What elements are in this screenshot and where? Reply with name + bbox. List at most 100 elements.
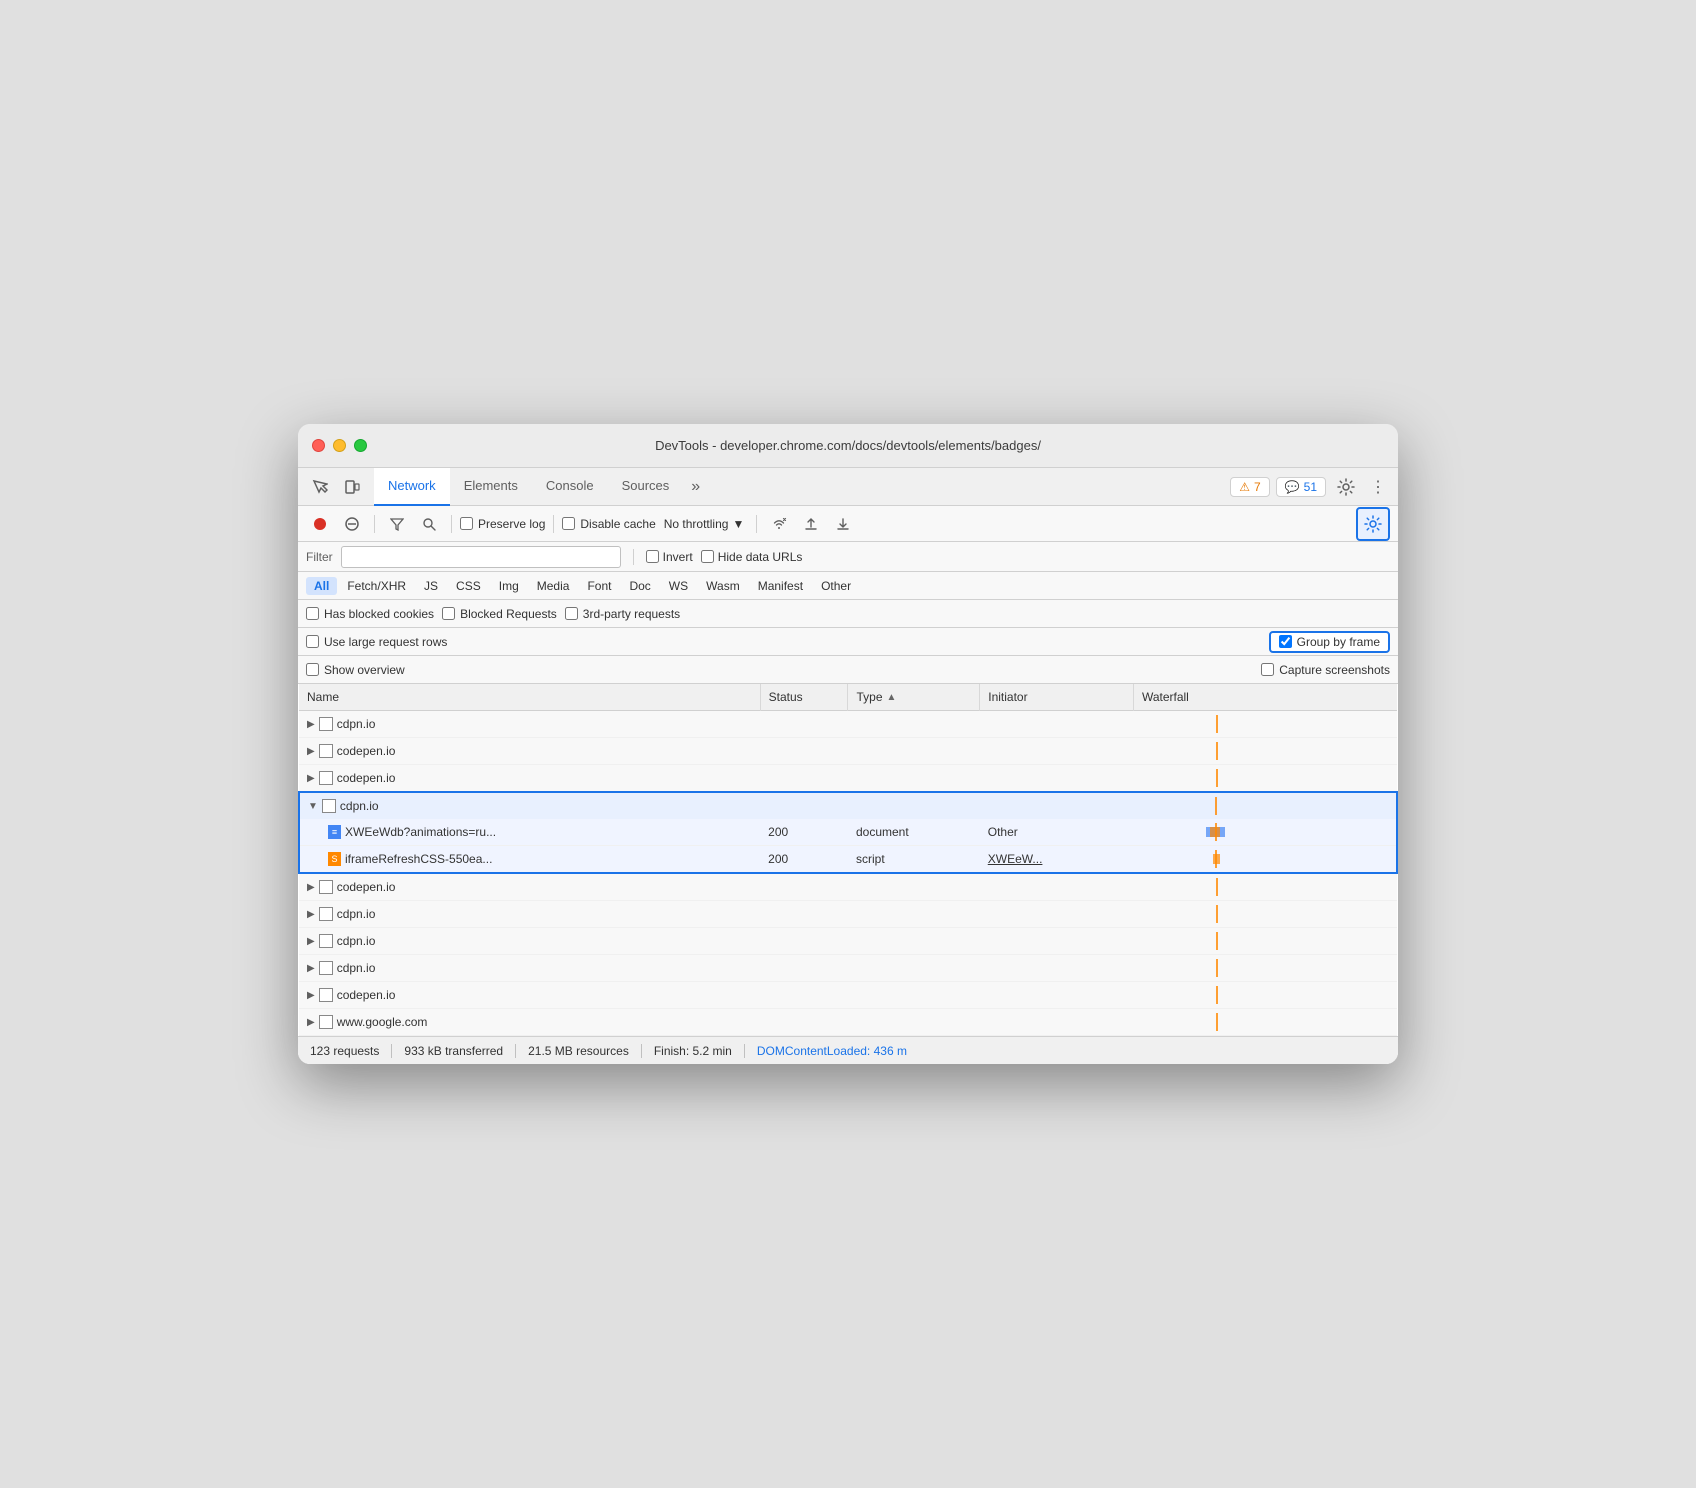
filter-label: Filter xyxy=(306,550,333,564)
type-filter-js[interactable]: JS xyxy=(416,577,446,595)
type-filter-ws[interactable]: WS xyxy=(661,577,696,595)
frame-icon xyxy=(319,1015,333,1029)
table-row[interactable]: ▶ codepen.io xyxy=(299,982,1397,1009)
filter-input[interactable] xyxy=(341,546,621,568)
group-by-frame-checkbox[interactable] xyxy=(1279,635,1292,648)
type-filter-doc[interactable]: Doc xyxy=(621,577,658,595)
th-name[interactable]: Name xyxy=(299,684,760,711)
expand-icon[interactable]: ▶ xyxy=(307,909,315,920)
table-row-child[interactable]: S iframeRefreshCSS-550ea... 200 script X… xyxy=(299,846,1397,874)
table-row[interactable]: ▶ codepen.io xyxy=(299,738,1397,765)
wifi-settings-icon[interactable] xyxy=(765,510,793,538)
th-initiator[interactable]: Initiator xyxy=(980,684,1134,711)
expand-icon[interactable]: ▶ xyxy=(307,746,315,757)
table-row[interactable]: ▶ codepen.io xyxy=(299,765,1397,793)
element-picker-icon[interactable] xyxy=(306,473,334,501)
type-filter-wasm[interactable]: Wasm xyxy=(698,577,748,595)
preserve-log-checkbox[interactable] xyxy=(460,517,473,530)
network-settings-icon[interactable] xyxy=(1356,507,1390,541)
script-icon: S xyxy=(328,852,341,866)
frame-icon xyxy=(319,771,333,785)
expand-icon[interactable]: ▶ xyxy=(307,719,315,730)
type-filter-css[interactable]: CSS xyxy=(448,577,489,595)
type-filter-other[interactable]: Other xyxy=(813,577,859,595)
dom-content-loaded: DOMContentLoaded: 436 m xyxy=(745,1044,919,1058)
preserve-log-checkbox-label[interactable]: Preserve log xyxy=(460,517,545,531)
table-row[interactable]: ▶ cdpn.io xyxy=(299,901,1397,928)
invert-checkbox[interactable] xyxy=(646,550,659,563)
has-blocked-cookies-checkbox[interactable] xyxy=(306,607,319,620)
th-status[interactable]: Status xyxy=(760,684,848,711)
search-icon[interactable] xyxy=(415,510,443,538)
tab-console[interactable]: Console xyxy=(532,468,608,506)
expand-icon[interactable]: ▶ xyxy=(307,773,315,784)
tab-sources[interactable]: Sources xyxy=(608,468,684,506)
maximize-button[interactable] xyxy=(354,439,367,452)
disable-cache-checkbox-label[interactable]: Disable cache xyxy=(562,517,655,531)
devtools-panel: Network Elements Console Sources » ⚠ 7 xyxy=(298,468,1398,1064)
show-overview-label[interactable]: Show overview xyxy=(306,663,405,677)
device-toggle-icon[interactable] xyxy=(338,473,366,501)
large-rows-checkbox[interactable] xyxy=(306,635,319,648)
show-overview-checkbox[interactable] xyxy=(306,663,319,676)
document-icon: ≡ xyxy=(328,825,341,839)
table-row-highlighted-group[interactable]: ▼ cdpn.io xyxy=(299,792,1397,819)
upload-icon[interactable] xyxy=(797,510,825,538)
divider-1 xyxy=(374,515,375,533)
type-filter-all[interactable]: All xyxy=(306,577,337,595)
resource-size: 21.5 MB resources xyxy=(516,1044,642,1058)
hide-data-urls-checkbox[interactable] xyxy=(701,550,714,563)
group-by-frame-label[interactable]: Group by frame xyxy=(1279,635,1380,649)
blocked-requests-label[interactable]: Blocked Requests xyxy=(442,607,557,621)
warning-badge-button[interactable]: ⚠ 7 xyxy=(1230,477,1269,497)
clear-button[interactable] xyxy=(338,510,366,538)
more-options-icon[interactable]: ⋮ xyxy=(1366,475,1390,499)
capture-screenshots-label[interactable]: Capture screenshots xyxy=(1261,663,1390,677)
type-filter-fetch-xhr[interactable]: Fetch/XHR xyxy=(339,577,414,595)
expand-icon[interactable]: ▶ xyxy=(307,1017,315,1028)
th-type[interactable]: Type ▲ xyxy=(848,684,980,711)
warning-count: 7 xyxy=(1254,480,1261,494)
minimize-button[interactable] xyxy=(333,439,346,452)
type-filter-media[interactable]: Media xyxy=(529,577,578,595)
record-button[interactable] xyxy=(306,510,334,538)
message-icon: 💬 xyxy=(1285,480,1300,494)
disable-cache-checkbox[interactable] xyxy=(562,517,575,530)
hide-data-urls-checkbox-label[interactable]: Hide data URLs xyxy=(701,550,803,564)
filter-icon[interactable] xyxy=(383,510,411,538)
third-party-requests-checkbox[interactable] xyxy=(565,607,578,620)
has-blocked-cookies-label[interactable]: Has blocked cookies xyxy=(306,607,434,621)
table-row[interactable]: ▶ www.google.com xyxy=(299,1009,1397,1036)
table-row-child[interactable]: ≡ XWEeWdb?animations=ru... 200 document … xyxy=(299,819,1397,846)
throttle-dropdown-icon: ▼ xyxy=(732,517,744,531)
table-row[interactable]: ▶ cdpn.io xyxy=(299,711,1397,738)
capture-screenshots-checkbox[interactable] xyxy=(1261,663,1274,676)
expand-icon[interactable]: ▶ xyxy=(307,963,315,974)
expand-icon[interactable]: ▶ xyxy=(307,882,315,893)
expand-icon[interactable]: ▶ xyxy=(307,990,315,1001)
tab-bar-right: ⚠ 7 💬 51 ⋮ xyxy=(1230,473,1390,501)
throttle-select[interactable]: No throttling ▼ xyxy=(660,515,749,533)
th-waterfall[interactable]: Waterfall xyxy=(1133,684,1397,711)
tab-network[interactable]: Network xyxy=(374,468,450,506)
expand-icon[interactable]: ▶ xyxy=(307,936,315,947)
invert-checkbox-label[interactable]: Invert xyxy=(646,550,693,564)
close-button[interactable] xyxy=(312,439,325,452)
warning-icon: ⚠ xyxy=(1239,480,1250,494)
tab-more-button[interactable]: » xyxy=(683,478,708,496)
message-badge-button[interactable]: 💬 51 xyxy=(1276,477,1326,497)
expand-icon[interactable]: ▼ xyxy=(308,801,318,812)
settings-gear-icon[interactable] xyxy=(1332,473,1360,501)
download-icon[interactable] xyxy=(829,510,857,538)
table-row[interactable]: ▶ cdpn.io xyxy=(299,955,1397,982)
tab-elements[interactable]: Elements xyxy=(450,468,532,506)
blocked-requests-checkbox[interactable] xyxy=(442,607,455,620)
table-row[interactable]: ▶ codepen.io xyxy=(299,873,1397,901)
message-count: 51 xyxy=(1304,480,1317,494)
type-filter-manifest[interactable]: Manifest xyxy=(750,577,811,595)
large-rows-label[interactable]: Use large request rows xyxy=(306,635,447,649)
type-filter-font[interactable]: Font xyxy=(579,577,619,595)
table-row[interactable]: ▶ cdpn.io xyxy=(299,928,1397,955)
third-party-requests-label[interactable]: 3rd-party requests xyxy=(565,607,680,621)
type-filter-img[interactable]: Img xyxy=(491,577,527,595)
